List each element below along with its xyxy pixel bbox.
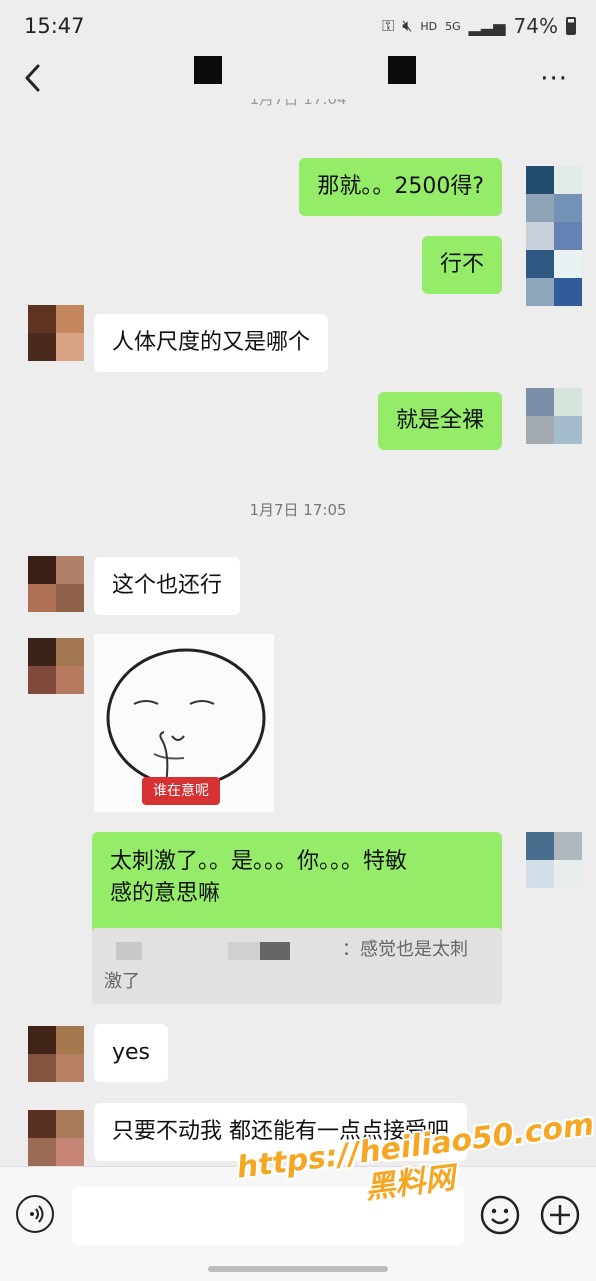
- voice-wave-glyph: [30, 1205, 44, 1223]
- received-message-bubble[interactable]: yes: [94, 1024, 169, 1082]
- sent-message-bubble[interactable]: 就是全裸: [377, 392, 502, 450]
- received-message-bubble[interactable]: 人体尺度的又是哪个: [94, 314, 329, 372]
- quoted-message[interactable]: ：感觉也是太刺 激了: [92, 928, 502, 1004]
- received-message-bubble[interactable]: 这个也还行: [94, 557, 241, 615]
- message-text: yes: [112, 1040, 151, 1065]
- message-text: 行不: [439, 252, 484, 277]
- contact-avatar[interactable]: [28, 1110, 84, 1166]
- contact-avatar[interactable]: [28, 305, 84, 361]
- key-icon: ⚿: [382, 16, 395, 35]
- emoji-icon[interactable]: [480, 1195, 520, 1235]
- home-indicator[interactable]: [208, 1266, 388, 1272]
- plus-icon[interactable]: [540, 1195, 580, 1235]
- signal-type: 5G: [445, 19, 461, 33]
- status-bar: 15:47 ⚿ 🔇︎ HD 5G ▂▃▅ 74%: [0, 0, 596, 52]
- status-time: 15:47: [24, 14, 85, 38]
- network-type: HD: [420, 19, 438, 33]
- voice-icon[interactable]: [16, 1195, 54, 1233]
- timestamp-partial: 1月7日 17:04: [249, 99, 347, 108]
- timestamp: 1月7日 17:05: [249, 501, 347, 519]
- more-options-icon[interactable]: ···: [540, 64, 568, 94]
- my-avatar[interactable]: [526, 388, 582, 444]
- my-avatar[interactable]: [526, 250, 582, 306]
- redacted-name-block: [260, 942, 290, 960]
- my-avatar[interactable]: [526, 832, 582, 888]
- redacted-name-block: [388, 56, 416, 84]
- mute-icon: 🔇︎: [402, 16, 413, 35]
- signal-bars-icon: ▂▃▅: [468, 16, 506, 36]
- contact-avatar[interactable]: [28, 638, 84, 694]
- message-text: 人体尺度的又是哪个: [112, 330, 311, 355]
- message-text: 就是全裸: [395, 408, 484, 433]
- redacted-name-block: [194, 56, 222, 84]
- redacted-name-block: [116, 942, 142, 960]
- contact-avatar[interactable]: [28, 556, 84, 612]
- battery-icon: [566, 17, 576, 35]
- back-arrow-icon[interactable]: [18, 60, 52, 96]
- my-avatar[interactable]: [526, 166, 582, 222]
- sticker-caption: 谁在意呢: [142, 777, 220, 805]
- message-text-line: 感的意思嘛: [110, 881, 221, 906]
- sent-message-bubble[interactable]: 行不: [421, 236, 502, 294]
- message-text: 那就。。2500得?: [317, 174, 484, 199]
- quote-text-line: ：感觉也是太刺: [342, 939, 468, 960]
- message-text: 这个也还行: [112, 573, 223, 598]
- battery-percent: 74%: [513, 14, 558, 38]
- contact-avatar[interactable]: [28, 1026, 84, 1082]
- sent-message-bubble[interactable]: 那就。。2500得?: [299, 158, 502, 216]
- status-icons: ⚿ 🔇︎ HD 5G ▂▃▅ 74%: [382, 14, 576, 38]
- message-text-line: 太刺激了。。是。。。你。。。特敏: [110, 849, 408, 874]
- chat-header: ···: [0, 52, 596, 104]
- quote-text-line: 激了: [104, 971, 140, 992]
- redacted-name-block: [228, 942, 260, 960]
